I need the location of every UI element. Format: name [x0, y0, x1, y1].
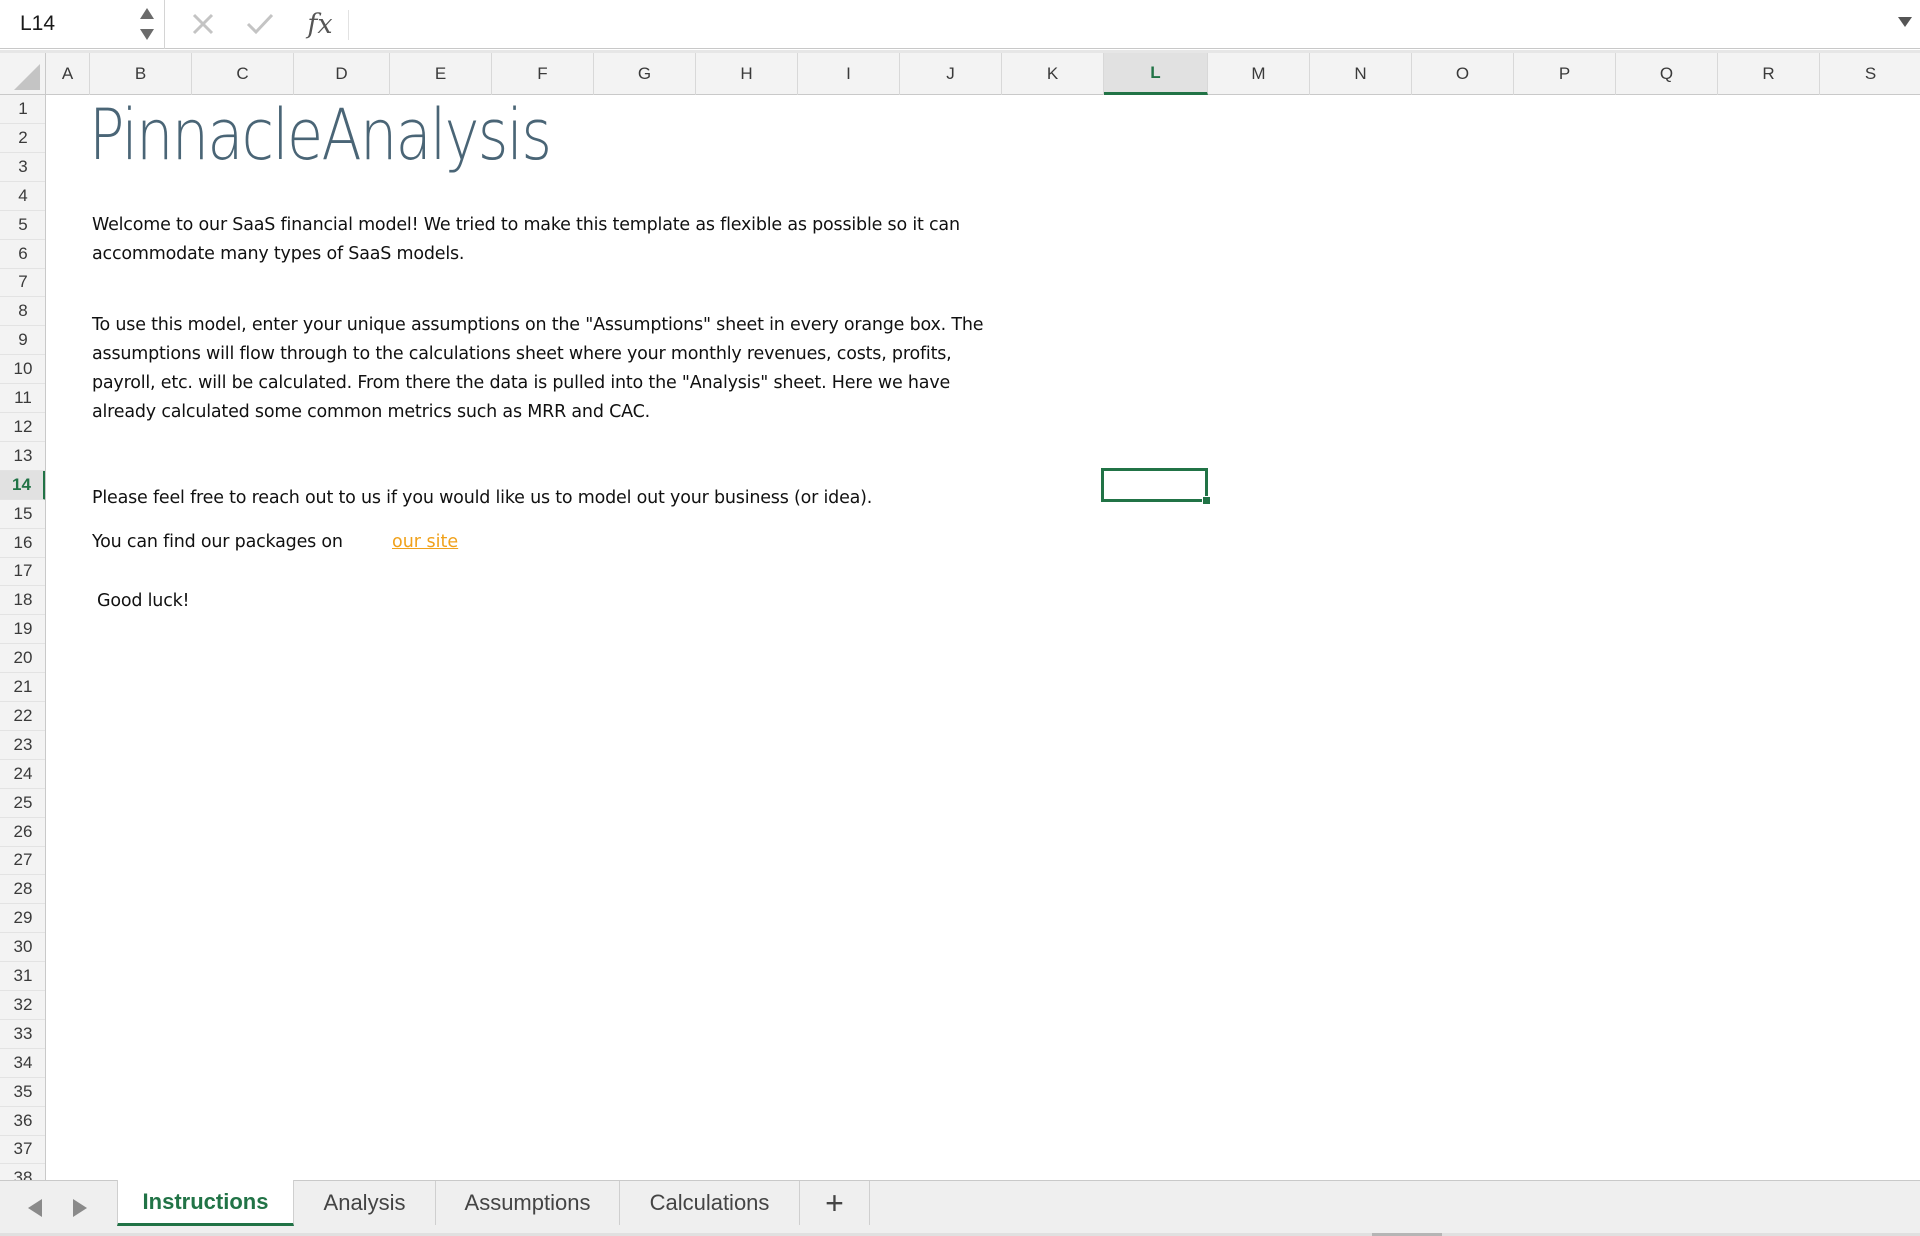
- row-header-36[interactable]: 36: [0, 1107, 45, 1136]
- column-header-l[interactable]: L: [1104, 53, 1208, 95]
- insert-function-icon[interactable]: fx: [300, 6, 340, 42]
- row-header-9[interactable]: 9: [0, 326, 45, 356]
- column-header-r[interactable]: R: [1718, 53, 1820, 95]
- arrow-up-icon[interactable]: [140, 8, 154, 19]
- row-header-5[interactable]: 5: [0, 211, 45, 240]
- pinnacle-analysis-logo: PinnacleAnalysis: [89, 95, 552, 176]
- row-header-19[interactable]: 19: [0, 615, 45, 645]
- column-header-s[interactable]: S: [1820, 53, 1920, 95]
- row-header-18[interactable]: 18: [0, 586, 45, 616]
- row-header-26[interactable]: 26: [0, 818, 45, 847]
- worksheet-grid[interactable]: PinnacleAnalysis Welcome to our SaaS fin…: [47, 95, 1920, 1180]
- row-header-2[interactable]: 2: [0, 124, 45, 153]
- column-header-f[interactable]: F: [492, 53, 594, 95]
- row-header-25[interactable]: 25: [0, 789, 45, 818]
- row-header-35[interactable]: 35: [0, 1078, 45, 1107]
- row-header-23[interactable]: 23: [0, 731, 45, 760]
- row-header-28[interactable]: 28: [0, 875, 45, 905]
- checkmark-icon[interactable]: [243, 6, 277, 42]
- row-header-34[interactable]: 34: [0, 1049, 45, 1078]
- row-header-10[interactable]: 10: [0, 355, 45, 385]
- contact-line[interactable]: Please feel free to reach out to us if y…: [92, 488, 872, 508]
- row-header-17[interactable]: 17: [0, 557, 45, 587]
- row-header-38[interactable]: 38: [0, 1164, 45, 1180]
- chevron-down-icon[interactable]: [1898, 17, 1912, 27]
- row-headers: 1 2 3 4 5 6 7 8 9 10 11 12 13 14 15 16 17 18 19 20 21 22 23 24 2…: [0, 95, 46, 1180]
- row-header-20[interactable]: 20: [0, 644, 45, 674]
- formula-bar: L14 fx: [0, 0, 1920, 49]
- column-header-e[interactable]: E: [390, 53, 492, 95]
- tab-assumptions[interactable]: Assumptions: [436, 1181, 620, 1225]
- column-header-c[interactable]: C: [192, 53, 294, 95]
- column-header-b[interactable]: B: [90, 53, 192, 95]
- row-header-37[interactable]: 37: [0, 1135, 45, 1165]
- row-header-16[interactable]: 16: [0, 529, 45, 558]
- usage-line-3[interactable]: payroll, etc. will be calculated. From t…: [92, 373, 950, 393]
- cancel-icon[interactable]: [186, 6, 220, 42]
- formula-input[interactable]: [356, 6, 1876, 42]
- active-cell-selection[interactable]: [1101, 468, 1211, 505]
- usage-line-1[interactable]: To use this model, enter your unique ass…: [92, 315, 984, 335]
- column-header-h[interactable]: H: [696, 53, 798, 95]
- row-header-32[interactable]: 32: [0, 991, 45, 1020]
- row-header-13[interactable]: 13: [0, 442, 45, 471]
- name-box[interactable]: L14: [0, 0, 165, 49]
- column-header-p[interactable]: P: [1514, 53, 1616, 95]
- row-header-3[interactable]: 3: [0, 153, 45, 182]
- tab-analysis[interactable]: Analysis: [294, 1181, 436, 1225]
- column-header-n[interactable]: N: [1310, 53, 1412, 95]
- usage-line-4[interactable]: already calculated some common metrics s…: [92, 402, 650, 422]
- row-header-24[interactable]: 24: [0, 760, 45, 789]
- good-luck-text[interactable]: Good luck!: [97, 591, 190, 611]
- sheet-tabs-bar: Instructions Analysis Assumptions Calcul…: [0, 1180, 1920, 1236]
- usage-line-2[interactable]: assumptions will flow through to the cal…: [92, 344, 952, 364]
- row-header-11[interactable]: 11: [0, 384, 45, 413]
- column-header-o[interactable]: O: [1412, 53, 1514, 95]
- add-sheet-button[interactable]: +: [800, 1181, 870, 1225]
- column-header-i[interactable]: I: [798, 53, 900, 95]
- row-header-31[interactable]: 31: [0, 962, 45, 991]
- row-header-1[interactable]: 1: [0, 95, 45, 124]
- tab-calculations[interactable]: Calculations: [620, 1181, 800, 1225]
- column-header-k[interactable]: K: [1002, 53, 1104, 95]
- row-header-21[interactable]: 21: [0, 673, 45, 702]
- column-header-m[interactable]: M: [1208, 53, 1310, 95]
- row-header-29[interactable]: 29: [0, 904, 45, 934]
- row-header-12[interactable]: 12: [0, 413, 45, 442]
- column-header-q[interactable]: Q: [1616, 53, 1718, 95]
- select-all-button[interactable]: [0, 53, 46, 95]
- row-header-8[interactable]: 8: [0, 297, 45, 327]
- name-box-stepper[interactable]: [138, 4, 156, 44]
- row-header-4[interactable]: 4: [0, 182, 45, 211]
- column-headers: ABCDEFGHIJKLMNOPQRS: [0, 53, 1920, 95]
- arrow-down-icon[interactable]: [140, 29, 154, 40]
- row-header-22[interactable]: 22: [0, 702, 45, 731]
- previous-sheet-arrow-icon[interactable]: [28, 1199, 42, 1217]
- fill-handle[interactable]: [1202, 496, 1211, 505]
- column-header-d[interactable]: D: [294, 53, 390, 95]
- column-header-g[interactable]: G: [594, 53, 696, 95]
- welcome-line-2[interactable]: accommodate many types of SaaS models.: [92, 244, 464, 264]
- row-header-27[interactable]: 27: [0, 846, 45, 876]
- select-all-triangle-icon: [14, 64, 40, 90]
- row-header-30[interactable]: 30: [0, 933, 45, 963]
- row-header-15[interactable]: 15: [0, 500, 45, 529]
- next-sheet-arrow-icon[interactable]: [73, 1199, 87, 1217]
- our-site-link[interactable]: our site: [392, 532, 458, 552]
- row-header-14[interactable]: 14: [0, 470, 45, 500]
- row-header-7[interactable]: 7: [0, 268, 45, 298]
- row-header-6[interactable]: 6: [0, 240, 45, 269]
- row-header-33[interactable]: 33: [0, 1020, 45, 1049]
- formula-bar-divider: [348, 10, 349, 40]
- name-box-value[interactable]: L14: [20, 12, 55, 36]
- packages-text[interactable]: You can find our packages on: [92, 532, 343, 552]
- column-header-j[interactable]: J: [900, 53, 1002, 95]
- welcome-line-1[interactable]: Welcome to our SaaS financial model! We …: [92, 215, 960, 235]
- column-header-a[interactable]: A: [46, 53, 90, 95]
- tab-instructions[interactable]: Instructions: [117, 1180, 294, 1226]
